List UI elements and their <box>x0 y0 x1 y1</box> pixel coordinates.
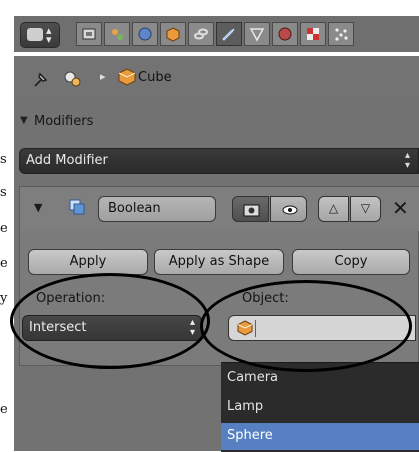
chevron-right-icon: ▸ <box>100 70 106 83</box>
particles-icon <box>335 28 348 41</box>
collapse-triangle-icon: ▼ <box>20 115 28 126</box>
texture-icon <box>307 28 319 40</box>
copy-button[interactable]: Copy <box>292 249 410 275</box>
move-down-button[interactable]: ▽ <box>350 196 381 222</box>
viewport-toggle[interactable] <box>270 196 307 222</box>
object-label: Object: <box>242 291 289 306</box>
modifiers-section-header[interactable]: ▼ Modifiers <box>14 110 419 136</box>
close-icon[interactable]: ✕ <box>392 196 409 220</box>
modifier-name-field[interactable]: Boolean <box>98 196 216 222</box>
constraints-icon <box>194 28 208 40</box>
properties-editor-icon <box>27 28 43 41</box>
dropdown-item-lamp[interactable]: Lamp <box>221 394 419 421</box>
breadcrumb: ▸ Cube <box>14 56 419 102</box>
material-icon <box>278 27 292 41</box>
tab-data[interactable] <box>244 22 270 46</box>
operation-value: Intersect <box>29 320 87 335</box>
dropdown-item-camera[interactable]: Camera <box>221 365 419 392</box>
cube-icon <box>237 320 253 336</box>
boolean-modifier-icon <box>69 199 85 215</box>
updown-icon: ▴ ▾ <box>404 150 410 171</box>
tab-scene[interactable] <box>104 22 130 46</box>
modifier-visibility-toggles <box>232 196 308 222</box>
updown-icon: ▴ ▾ <box>189 317 195 338</box>
eye-icon <box>282 205 298 215</box>
tab-particles[interactable] <box>328 22 354 46</box>
triangle-up-icon: △ <box>328 201 339 215</box>
add-modifier-dropdown[interactable]: Add Modifier ▴ ▾ <box>19 148 419 174</box>
tab-constraints[interactable] <box>188 22 214 46</box>
operation-label: Operation: <box>36 291 106 306</box>
object-dropdown-menu: Camera Lamp Sphere <box>221 362 419 452</box>
properties-header: ▴ ▾ <box>14 16 419 52</box>
triangle-down-icon: ▽ <box>360 201 371 215</box>
operation-select[interactable]: Intersect ▴ ▾ <box>22 315 202 341</box>
data-icon <box>249 28 265 42</box>
dropdown-item-sphere[interactable]: Sphere <box>221 423 419 450</box>
tab-render-layers[interactable] <box>76 22 102 46</box>
breadcrumb-object-label: Cube <box>138 70 172 85</box>
text-cursor <box>255 320 256 337</box>
render-toggle[interactable] <box>232 196 269 222</box>
pin-icon[interactable] <box>32 70 52 88</box>
scene-icon <box>64 71 81 87</box>
add-modifier-label: Add Modifier <box>26 153 108 168</box>
section-title: Modifiers <box>34 114 94 129</box>
camera-icon <box>243 204 260 217</box>
move-up-button[interactable]: △ <box>318 196 349 222</box>
tab-texture[interactable] <box>300 22 326 46</box>
tab-object[interactable] <box>160 22 186 46</box>
modifier-order-buttons: △ ▽ <box>318 196 382 222</box>
boolean-modifier-box: ▼ Boolean △ ▽ ✕ Apply Apply as Shape Cop… <box>19 186 419 366</box>
render-layers-icon <box>82 28 96 40</box>
tab-modifiers[interactable] <box>216 22 242 46</box>
object-field[interactable] <box>228 315 416 341</box>
modifier-header: ▼ Boolean △ ▽ ✕ <box>20 187 419 231</box>
apply-button[interactable]: Apply <box>28 249 148 275</box>
object-icon <box>166 27 180 42</box>
tab-world[interactable] <box>132 22 158 46</box>
expand-triangle-icon[interactable]: ▼ <box>34 201 42 214</box>
apply-as-shape-button[interactable]: Apply as Shape <box>154 249 284 275</box>
scene-icon <box>112 29 123 40</box>
properties-editor: ▴ ▾ ▸ Cube ▼ Modifiers Add Modifier ▴ ▾ … <box>0 0 419 452</box>
editor-type-button[interactable]: ▴ ▾ <box>20 22 60 48</box>
cube-icon <box>118 68 136 86</box>
tab-material[interactable] <box>272 22 298 46</box>
modifiers-icon <box>222 28 235 41</box>
updown-icon: ▴ ▾ <box>46 24 52 46</box>
world-icon <box>138 27 152 41</box>
